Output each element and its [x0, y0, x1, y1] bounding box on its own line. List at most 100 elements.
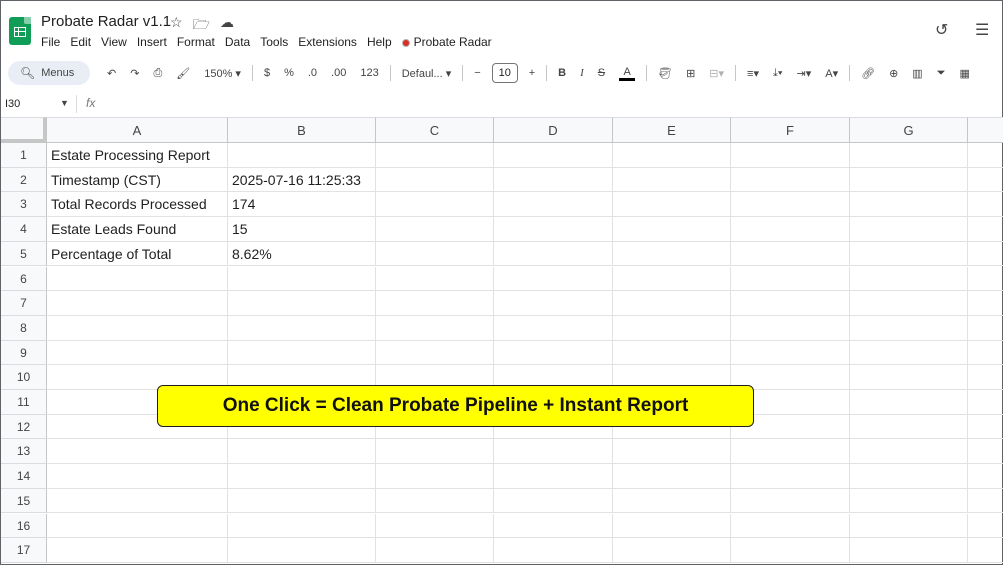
- cell[interactable]: [228, 291, 376, 316]
- cell[interactable]: [376, 241, 494, 267]
- cell[interactable]: [47, 488, 228, 514]
- cell[interactable]: [376, 464, 494, 489]
- cell[interactable]: [731, 439, 850, 465]
- cell[interactable]: [968, 365, 1003, 390]
- cell[interactable]: [968, 390, 1003, 415]
- row-header[interactable]: 12: [1, 414, 47, 440]
- cell[interactable]: [850, 365, 968, 390]
- cell[interactable]: [850, 439, 968, 465]
- menu-tools[interactable]: Tools: [260, 35, 288, 49]
- column-header-e[interactable]: E: [613, 117, 731, 143]
- cell[interactable]: [228, 340, 376, 366]
- cell[interactable]: [850, 192, 968, 218]
- cell[interactable]: Estate Processing Report: [47, 143, 228, 168]
- cell[interactable]: [228, 513, 376, 539]
- cell[interactable]: [376, 167, 494, 193]
- redo-icon[interactable]: ↷: [130, 67, 139, 80]
- cell[interactable]: [731, 538, 850, 563]
- row-header[interactable]: 6: [1, 266, 47, 292]
- cell[interactable]: [850, 291, 968, 316]
- cell[interactable]: [968, 415, 1003, 440]
- row-header[interactable]: 14: [1, 464, 47, 489]
- cell[interactable]: [494, 439, 613, 465]
- name-box[interactable]: I30: [5, 98, 20, 110]
- percent-format-button[interactable]: %: [284, 67, 294, 79]
- horizontal-align-icon[interactable]: ≡▾: [747, 67, 759, 80]
- cell[interactable]: [376, 143, 494, 168]
- cell[interactable]: [613, 315, 731, 341]
- cell[interactable]: Total Records Processed: [47, 192, 228, 218]
- insert-link-icon[interactable]: 🔗︎: [861, 67, 875, 80]
- cell[interactable]: [494, 143, 613, 168]
- borders-icon[interactable]: ⊞: [686, 67, 695, 80]
- row-header[interactable]: 17: [1, 538, 47, 563]
- cell[interactable]: [850, 217, 968, 242]
- column-header-a[interactable]: A: [47, 117, 228, 143]
- cell[interactable]: [613, 340, 731, 366]
- cell[interactable]: [494, 192, 613, 218]
- undo-icon[interactable]: ↶: [107, 67, 116, 80]
- vertical-align-icon[interactable]: ⤓▾: [773, 67, 782, 80]
- cell[interactable]: [376, 266, 494, 292]
- decrease-font-size-button[interactable]: −: [474, 67, 480, 79]
- bold-button[interactable]: B: [558, 67, 566, 79]
- cell[interactable]: [731, 291, 850, 316]
- cell[interactable]: [968, 242, 1003, 267]
- cell[interactable]: [228, 538, 376, 563]
- cell[interactable]: [850, 390, 968, 415]
- cell[interactable]: [376, 217, 494, 242]
- cell[interactable]: [850, 315, 968, 341]
- cell[interactable]: [613, 488, 731, 514]
- cell[interactable]: [47, 291, 228, 316]
- cell[interactable]: [494, 464, 613, 489]
- cell[interactable]: [850, 513, 968, 539]
- comments-icon[interactable]: ☰: [975, 20, 989, 40]
- font-size-input[interactable]: 10: [491, 63, 518, 83]
- cell[interactable]: [613, 143, 731, 168]
- cell[interactable]: [968, 316, 1003, 341]
- column-header-h[interactable]: [968, 117, 1003, 143]
- row-header[interactable]: 13: [1, 439, 47, 465]
- currency-format-button[interactable]: $: [264, 67, 270, 79]
- cell[interactable]: [731, 167, 850, 193]
- print-icon[interactable]: ⎙: [153, 67, 162, 80]
- cell[interactable]: [850, 167, 968, 193]
- strikethrough-button[interactable]: S: [598, 67, 605, 79]
- cell[interactable]: 15: [228, 217, 376, 242]
- cell[interactable]: [613, 241, 731, 267]
- column-header-d[interactable]: D: [494, 117, 613, 143]
- cell[interactable]: [228, 488, 376, 514]
- filter-views-icon[interactable]: ▦: [960, 67, 970, 80]
- cell[interactable]: [850, 143, 968, 168]
- cell[interactable]: [968, 464, 1003, 489]
- cell[interactable]: [850, 340, 968, 366]
- cell[interactable]: [850, 414, 968, 440]
- cell[interactable]: [47, 266, 228, 292]
- more-formats-button[interactable]: 123: [360, 67, 378, 79]
- cell[interactable]: [731, 464, 850, 489]
- cell[interactable]: Timestamp (CST): [47, 167, 228, 193]
- cell[interactable]: [613, 167, 731, 193]
- cell[interactable]: [494, 291, 613, 316]
- row-header[interactable]: 11: [1, 390, 47, 415]
- cell[interactable]: [613, 291, 731, 316]
- insert-comment-icon[interactable]: ⊕: [889, 67, 898, 80]
- cell[interactable]: [494, 241, 613, 267]
- row-header[interactable]: 16: [1, 513, 47, 539]
- cell[interactable]: [376, 192, 494, 218]
- decrease-decimal-button[interactable]: .0: [308, 67, 317, 79]
- cell[interactable]: [376, 439, 494, 465]
- cell[interactable]: [494, 488, 613, 514]
- cell[interactable]: Percentage of Total: [47, 241, 228, 267]
- cell[interactable]: [731, 315, 850, 341]
- cell[interactable]: [494, 167, 613, 193]
- row-header[interactable]: 5: [1, 241, 47, 267]
- cell[interactable]: [968, 514, 1003, 539]
- cell[interactable]: [613, 192, 731, 218]
- cell[interactable]: [968, 439, 1003, 465]
- cell[interactable]: [47, 340, 228, 366]
- menu-help[interactable]: Help: [367, 35, 392, 49]
- cell[interactable]: 2025-07-16 11:25:33: [228, 167, 376, 193]
- cell[interactable]: [376, 315, 494, 341]
- cell[interactable]: [968, 291, 1003, 316]
